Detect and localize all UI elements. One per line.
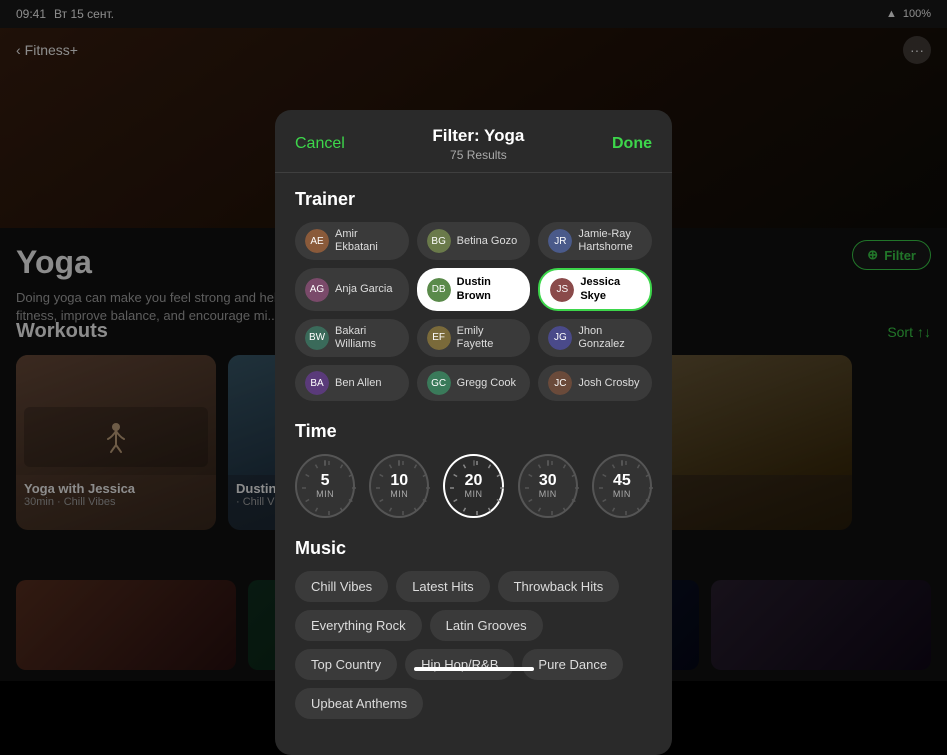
modal-title-group: Filter: Yoga 75 Results: [432, 126, 524, 162]
trainer-item[interactable]: JRJamie-Ray Hartshorne: [538, 222, 652, 260]
trainer-item[interactable]: JC Josh Crosby: [538, 365, 652, 401]
music-tags: Chill Vibes Latest Hits Throwback Hits Ever…: [295, 571, 652, 719]
trainer-item[interactable]: BWBakari Williams: [295, 319, 409, 357]
trainer-item[interactable]: AEAmir Ekbatani: [295, 222, 409, 260]
trainer-name: Betina Gozo: [457, 235, 518, 248]
trainer-name: Amir Ekbatani: [335, 228, 399, 254]
filter-modal: Cancel Filter: Yoga 75 Results Done Trai…: [275, 110, 672, 755]
cancel-button[interactable]: Cancel: [295, 135, 345, 153]
trainer-avatar: AG: [305, 278, 329, 302]
time-section-heading: Time: [295, 421, 652, 442]
music-tag[interactable]: Pure Dance: [522, 649, 623, 680]
trainer-item[interactable]: BA Ben Allen: [295, 365, 409, 401]
trainer-item[interactable]: EFEmily Fayette: [417, 319, 531, 357]
trainer-name: Anja Garcia: [335, 283, 392, 296]
trainer-section-heading: Trainer: [295, 189, 652, 210]
trainer-avatar: BA: [305, 371, 329, 395]
time-circle[interactable]: 5MIN: [295, 454, 355, 518]
music-tag[interactable]: Latin Grooves: [430, 610, 543, 641]
time-circle[interactable]: 45MIN: [592, 454, 652, 518]
music-section-heading: Music: [295, 538, 652, 559]
trainer-item[interactable]: DBDustin Brown: [417, 268, 531, 310]
music-tag[interactable]: Upbeat Anthems: [295, 688, 423, 719]
trainer-avatar: JC: [548, 371, 572, 395]
time-circle-ticks: [520, 456, 584, 520]
modal-header: Cancel Filter: Yoga 75 Results Done: [275, 110, 672, 173]
time-circle-ticks: [297, 456, 361, 520]
trainer-grid: AEAmir Ekbatani BG Betina Gozo JRJamie-Ray …: [295, 222, 652, 401]
time-section: Time 5MIN10MIN20MIN30MIN45MIN: [295, 421, 652, 518]
trainer-item[interactable]: JGJhon Gonzalez: [538, 319, 652, 357]
trainer-item[interactable]: AG Anja Garcia: [295, 268, 409, 310]
modal-body: Trainer AEAmir Ekbatani BG Betina Gozo JRJa…: [275, 173, 672, 735]
trainer-avatar: BW: [305, 326, 329, 350]
trainer-avatar: GC: [427, 371, 451, 395]
time-circles: 5MIN10MIN20MIN30MIN45MIN: [295, 454, 652, 518]
trainer-avatar: AE: [305, 229, 329, 253]
trainer-avatar: JR: [548, 229, 572, 253]
trainer-name: Emily Fayette: [457, 325, 521, 351]
music-tag[interactable]: Everything Rock: [295, 610, 422, 641]
trainer-name: Josh Crosby: [578, 377, 639, 390]
music-tag[interactable]: Chill Vibes: [295, 571, 388, 602]
music-section: Music Chill Vibes Latest Hits Throwback Hi…: [295, 538, 652, 719]
trainer-name: Dustin Brown: [457, 276, 521, 302]
music-tag[interactable]: Hip Hop/R&B: [405, 649, 514, 680]
time-circle[interactable]: 10MIN: [369, 454, 429, 518]
done-button[interactable]: Done: [612, 135, 652, 153]
modal-title: Filter: Yoga: [432, 126, 524, 146]
trainer-avatar: JG: [548, 326, 572, 350]
time-circle[interactable]: 20MIN: [443, 454, 503, 518]
trainer-name: Ben Allen: [335, 377, 381, 390]
trainer-name: Jhon Gonzalez: [578, 325, 642, 351]
trainer-name: Gregg Cook: [457, 377, 516, 390]
trainer-name: Bakari Williams: [335, 325, 399, 351]
time-circle-ticks: [371, 456, 435, 520]
time-circle[interactable]: 30MIN: [518, 454, 578, 518]
music-tag[interactable]: Top Country: [295, 649, 397, 680]
music-tag[interactable]: Latest Hits: [396, 571, 489, 602]
trainer-avatar: EF: [427, 326, 451, 350]
trainer-item[interactable]: BG Betina Gozo: [417, 222, 531, 260]
trainer-avatar: JS: [550, 278, 574, 302]
time-circle-ticks: [594, 456, 658, 520]
modal-subtitle: 75 Results: [432, 148, 524, 162]
trainer-name: Jamie-Ray Hartshorne: [578, 228, 642, 254]
trainer-item[interactable]: GC Gregg Cook: [417, 365, 531, 401]
trainer-avatar: DB: [427, 278, 451, 302]
music-tag[interactable]: Throwback Hits: [498, 571, 620, 602]
time-circle-ticks: [445, 456, 509, 520]
trainer-name: Jessica Skye: [580, 276, 640, 302]
trainer-avatar: BG: [427, 229, 451, 253]
trainer-item[interactable]: JSJessica Skye: [538, 268, 652, 310]
page-indicator: [414, 667, 534, 671]
